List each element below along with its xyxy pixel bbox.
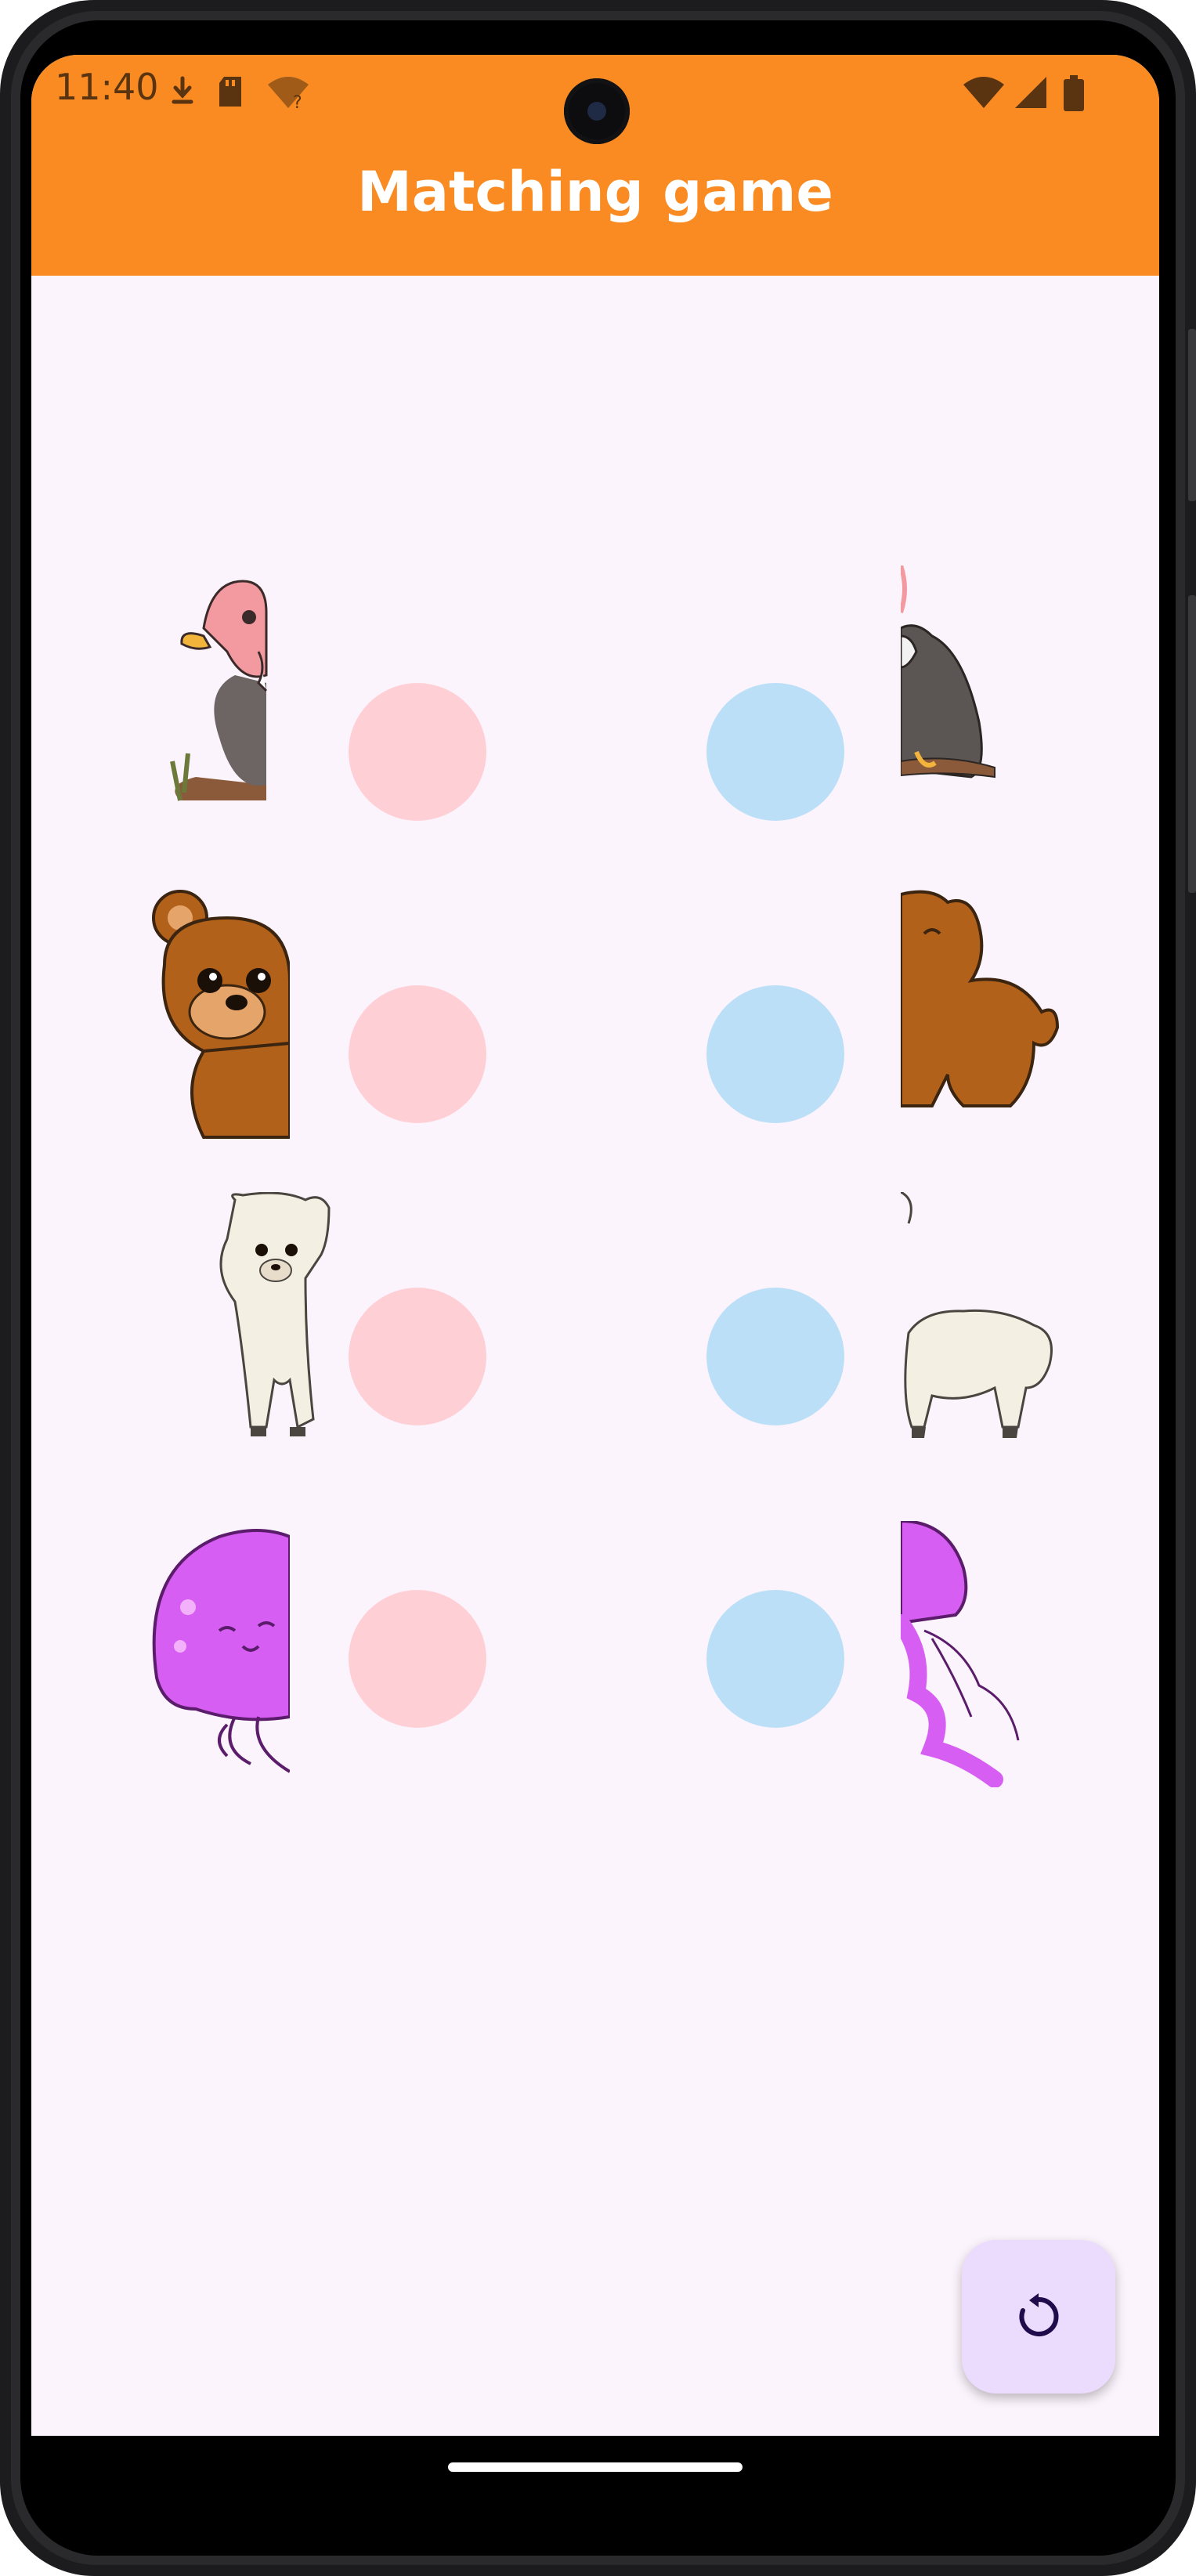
restart-button[interactable] (962, 2240, 1115, 2394)
match-dot-right[interactable] (706, 1590, 844, 1728)
bear-left-half[interactable] (149, 887, 290, 1153)
front-camera (564, 78, 630, 144)
app-screen: 11:40 ? Matching game (31, 55, 1159, 2436)
bear-right-half[interactable] (901, 887, 1065, 1122)
app-bar: 11:40 ? Matching game (31, 55, 1159, 276)
match-dot-left[interactable] (349, 1590, 486, 1728)
volume-button (1188, 595, 1196, 893)
sd-card-icon (219, 77, 241, 107)
match-dot-right[interactable] (706, 683, 844, 821)
system-nav-bar (31, 2436, 1159, 2498)
match-dot-left[interactable] (349, 683, 486, 821)
power-button (1188, 329, 1196, 501)
alpaca-right-half[interactable] (901, 1192, 1057, 1443)
signal-icon (1015, 77, 1046, 108)
match-dot-left[interactable] (349, 985, 486, 1123)
match-dot-right[interactable] (706, 1288, 844, 1425)
alpaca-left-half[interactable] (204, 1192, 345, 1443)
match-dot-left[interactable] (349, 1288, 486, 1425)
jellyfish-right-half[interactable] (901, 1521, 1057, 1787)
vulture-left-half[interactable] (149, 565, 274, 832)
page-title: Matching game (357, 160, 833, 224)
download-icon (172, 76, 193, 104)
match-dot-right[interactable] (706, 985, 844, 1123)
wifi-question-icon: ? (268, 77, 309, 110)
battery-icon (1064, 75, 1084, 111)
status-time: 11:40 (55, 66, 159, 108)
restart-icon (1019, 2293, 1059, 2336)
svg-text:?: ? (293, 93, 302, 110)
jellyfish-left-half[interactable] (149, 1521, 290, 1779)
matching-board (31, 276, 1159, 2436)
gesture-handle[interactable] (448, 2462, 743, 2472)
vulture-right-half[interactable] (901, 565, 1026, 816)
wifi-icon (963, 77, 1004, 108)
